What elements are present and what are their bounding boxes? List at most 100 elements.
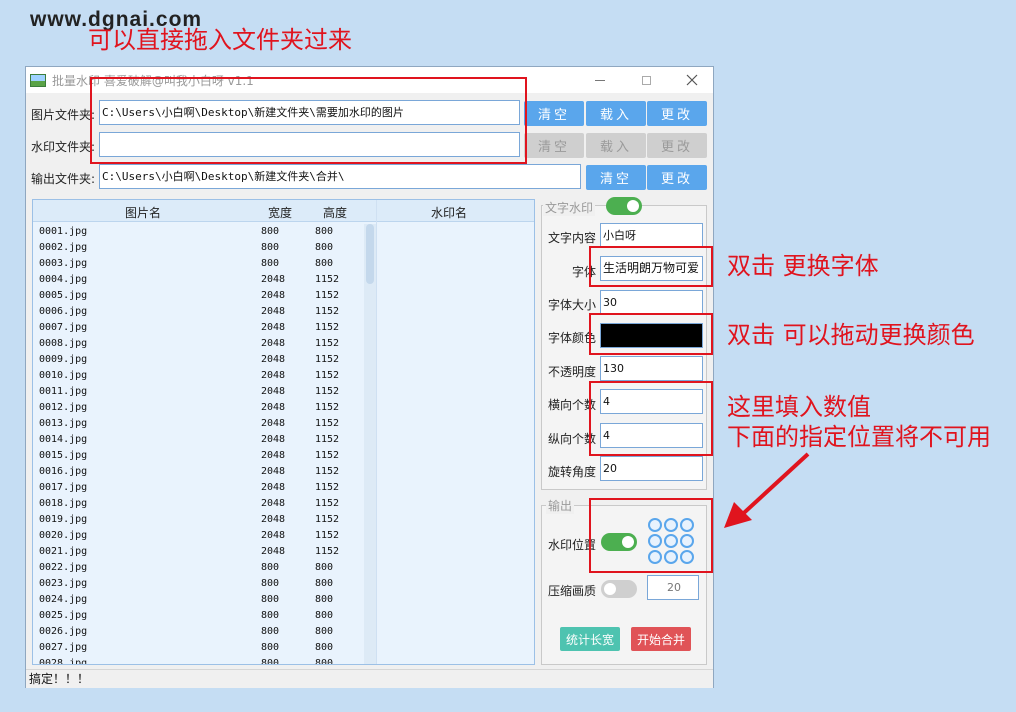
table-row[interactable]: 0002.jpg 800 800 xyxy=(33,240,373,256)
cell-name: 0019.jpg xyxy=(39,514,88,525)
cell-width: 2048 xyxy=(261,338,286,349)
col-header-width[interactable]: 宽度 xyxy=(268,204,292,221)
table-row[interactable]: 0026.jpg 800 800 xyxy=(33,624,373,640)
col-header-watermark[interactable]: 水印名 xyxy=(431,204,467,221)
table-row[interactable]: 0018.jpg 2048 1152 xyxy=(33,496,373,512)
count-hint-line1: 这里填入数值 xyxy=(727,393,871,421)
compress-input[interactable]: 20 xyxy=(647,575,699,600)
table-row[interactable]: 0004.jpg 2048 1152 xyxy=(33,272,373,288)
cell-width: 2048 xyxy=(261,354,286,365)
cell-width: 2048 xyxy=(261,450,286,461)
table-row[interactable]: 0028.jpg 800 800 xyxy=(33,656,373,665)
watermark-change-button[interactable]: 更改 xyxy=(647,133,707,158)
count-hint-line2: 下面的指定位置将不可用 xyxy=(727,423,991,451)
cell-name: 0008.jpg xyxy=(39,338,88,349)
output-folder-input[interactable]: C:\Users\小白啊\Desktop\新建文件夹\合并\ xyxy=(99,164,581,189)
output-title: 输出 xyxy=(546,497,575,514)
cell-height: 800 xyxy=(315,578,334,589)
watermark-folder-label: 水印文件夹: xyxy=(31,140,96,154)
cell-height: 800 xyxy=(315,626,334,637)
content-input[interactable]: 小白呀 xyxy=(600,223,703,248)
cell-name: 0022.jpg xyxy=(39,562,88,573)
cell-name: 0001.jpg xyxy=(39,226,88,237)
col-header-name[interactable]: 图片名 xyxy=(125,204,161,221)
watermark-column-divider xyxy=(376,200,377,664)
output-clear-button[interactable]: 清空 xyxy=(586,165,646,190)
watermark-clear-button[interactable]: 清空 xyxy=(524,133,584,158)
cell-name: 0017.jpg xyxy=(39,482,88,493)
cell-name: 0026.jpg xyxy=(39,626,88,637)
table-row[interactable]: 0014.jpg 2048 1152 xyxy=(33,432,373,448)
image-load-button[interactable]: 载入 xyxy=(586,101,646,126)
cell-name: 0025.jpg xyxy=(39,610,88,621)
table-row[interactable]: 0027.jpg 800 800 xyxy=(33,640,373,656)
compress-toggle[interactable] xyxy=(601,580,637,598)
table-row[interactable]: 0017.jpg 2048 1152 xyxy=(33,480,373,496)
cell-height: 800 xyxy=(315,610,334,621)
cell-height: 1152 xyxy=(315,386,340,397)
cell-height: 800 xyxy=(315,658,334,665)
table-row[interactable]: 0021.jpg 2048 1152 xyxy=(33,544,373,560)
cell-width: 800 xyxy=(261,626,280,637)
rotate-input[interactable]: 20 xyxy=(600,456,703,481)
table-row[interactable]: 0013.jpg 2048 1152 xyxy=(33,416,373,432)
cell-width: 2048 xyxy=(261,290,286,301)
table-row[interactable]: 0024.jpg 800 800 xyxy=(33,592,373,608)
cell-width: 2048 xyxy=(261,322,286,333)
table-row[interactable]: 0010.jpg 2048 1152 xyxy=(33,368,373,384)
image-clear-button[interactable]: 清空 xyxy=(524,101,584,126)
cell-name: 0014.jpg xyxy=(39,434,88,445)
minimize-button[interactable] xyxy=(577,67,623,93)
table-row[interactable]: 0015.jpg 2048 1152 xyxy=(33,448,373,464)
stats-button[interactable]: 统计长宽 xyxy=(560,627,620,651)
cell-width: 2048 xyxy=(261,418,286,429)
image-change-button[interactable]: 更改 xyxy=(647,101,707,126)
table-row[interactable]: 0005.jpg 2048 1152 xyxy=(33,288,373,304)
cell-height: 1152 xyxy=(315,466,340,477)
table-row[interactable]: 0022.jpg 800 800 xyxy=(33,560,373,576)
table-row[interactable]: 0009.jpg 2048 1152 xyxy=(33,352,373,368)
start-merge-button[interactable]: 开始合并 xyxy=(631,627,691,651)
cell-name: 0010.jpg xyxy=(39,370,88,381)
table-row[interactable]: 0006.jpg 2048 1152 xyxy=(33,304,373,320)
cell-width: 2048 xyxy=(261,386,286,397)
scroll-thumb[interactable] xyxy=(366,224,374,284)
image-list-grid[interactable]: 图片名 宽度 高度 水印名 0001.jpg 800 800 0002.jpg 800 8… xyxy=(32,199,535,665)
text-watermark-title: 文字水印 xyxy=(543,199,596,216)
table-row[interactable]: 0025.jpg 800 800 xyxy=(33,608,373,624)
watermark-load-button[interactable]: 载入 xyxy=(586,133,646,158)
table-row[interactable]: 0012.jpg 2048 1152 xyxy=(33,400,373,416)
color-highlight xyxy=(589,313,713,355)
cell-name: 0024.jpg xyxy=(39,594,88,605)
table-row[interactable]: 0019.jpg 2048 1152 xyxy=(33,512,373,528)
table-row[interactable]: 0008.jpg 2048 1152 xyxy=(33,336,373,352)
cell-height: 1152 xyxy=(315,402,340,413)
arrow-icon xyxy=(724,452,810,528)
table-row[interactable]: 0001.jpg 800 800 xyxy=(33,224,373,240)
table-row[interactable]: 0020.jpg 2048 1152 xyxy=(33,528,373,544)
cell-name: 0028.jpg xyxy=(39,658,88,665)
col-header-height[interactable]: 高度 xyxy=(323,204,347,221)
table-row[interactable]: 0016.jpg 2048 1152 xyxy=(33,464,373,480)
table-row[interactable]: 0003.jpg 800 800 xyxy=(33,256,373,272)
cell-name: 0021.jpg xyxy=(39,546,88,557)
font-size-input[interactable]: 30 xyxy=(600,290,703,315)
cell-name: 0009.jpg xyxy=(39,354,88,365)
cell-width: 2048 xyxy=(261,498,286,509)
cell-height: 1152 xyxy=(315,290,340,301)
cell-height: 1152 xyxy=(315,418,340,429)
output-change-button[interactable]: 更改 xyxy=(647,165,707,190)
text-watermark-toggle[interactable] xyxy=(606,197,642,215)
cell-height: 1152 xyxy=(315,546,340,557)
close-button[interactable] xyxy=(669,67,715,93)
cell-width: 2048 xyxy=(261,546,286,557)
table-row[interactable]: 0011.jpg 2048 1152 xyxy=(33,384,373,400)
cell-width: 2048 xyxy=(261,434,286,445)
grid-scrollbar[interactable] xyxy=(364,224,376,664)
cell-width: 2048 xyxy=(261,482,286,493)
image-folder-label: 图片文件夹: xyxy=(31,108,96,122)
maximize-button[interactable] xyxy=(623,67,669,93)
opacity-input[interactable]: 130 xyxy=(600,356,703,381)
table-row[interactable]: 0023.jpg 800 800 xyxy=(33,576,373,592)
table-row[interactable]: 0007.jpg 2048 1152 xyxy=(33,320,373,336)
